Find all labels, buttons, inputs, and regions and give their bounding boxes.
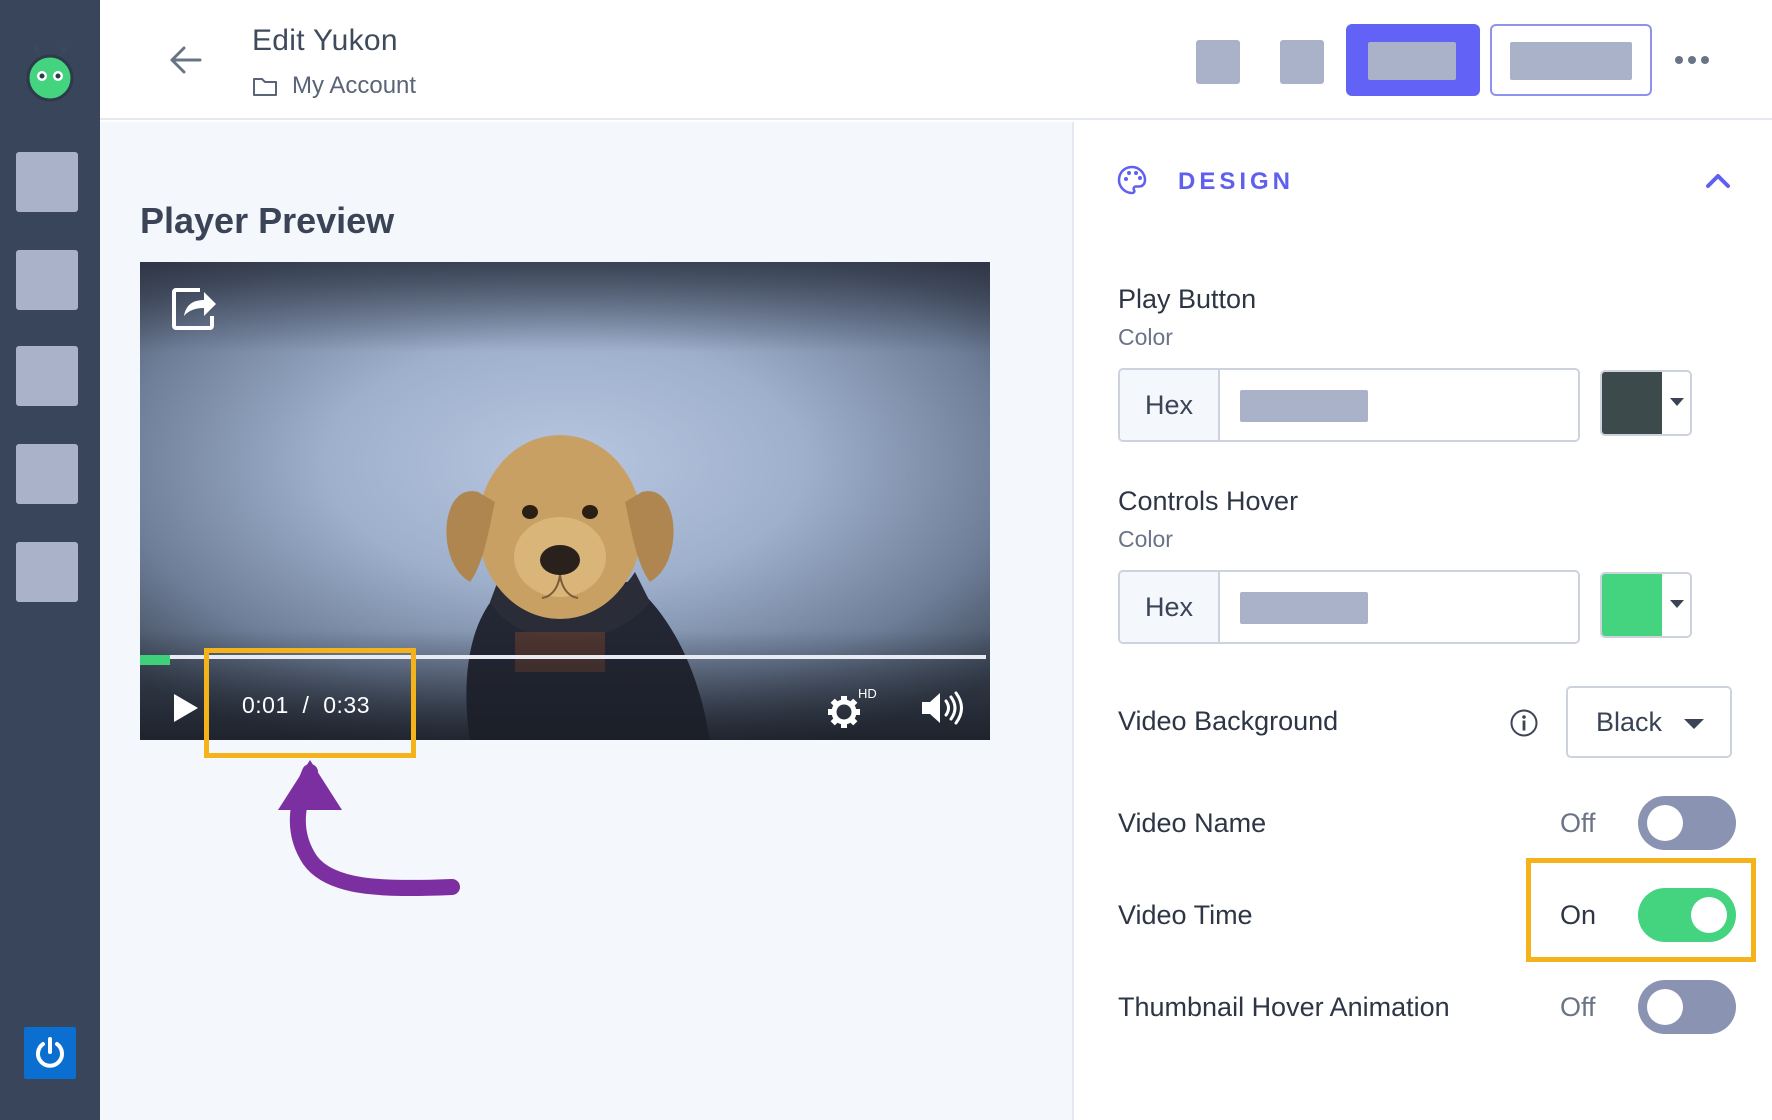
play-button-color-swatch[interactable]: [1600, 370, 1692, 436]
toolbar-button-2[interactable]: [1280, 40, 1324, 84]
video-name-label: Video Name: [1118, 808, 1267, 838]
design-section-label[interactable]: DESIGN: [1178, 168, 1294, 196]
folder-icon: [253, 78, 277, 96]
design-panel: DESIGN Play Button Color Hex Controls Ho…: [1072, 122, 1772, 1120]
chevron-down-icon: [1670, 600, 1684, 608]
settings-gear-icon[interactable]: HD: [826, 686, 886, 730]
hex-prefix: Hex: [1120, 572, 1220, 642]
preview-heading: Player Preview: [140, 200, 395, 241]
breadcrumb[interactable]: My Account: [252, 72, 416, 100]
thumbnail-hover-state: Off: [1560, 992, 1596, 1022]
page-title: Edit Yukon: [252, 24, 398, 57]
app-logo-icon[interactable]: [22, 40, 78, 102]
controls-hover-color-swatch[interactable]: [1600, 572, 1692, 638]
chevron-down-icon: [1684, 719, 1704, 729]
share-icon[interactable]: [170, 286, 218, 332]
breadcrumb-label: My Account: [292, 72, 417, 99]
video-name-toggle[interactable]: [1638, 796, 1736, 850]
chevron-up-icon[interactable]: [1704, 168, 1732, 192]
power-icon[interactable]: [24, 1027, 76, 1079]
controls-hover-hex-input[interactable]: Hex: [1118, 570, 1580, 644]
hd-badge: HD: [858, 686, 877, 701]
nav-item-3[interactable]: [16, 346, 78, 406]
time-highlight-box: [204, 648, 416, 758]
play-button-label: Play Button: [1118, 284, 1257, 314]
palette-icon: [1116, 164, 1148, 196]
video-background-value: Black: [1596, 706, 1663, 737]
play-button-sublabel: Color: [1118, 324, 1173, 350]
play-icon[interactable]: [174, 694, 198, 722]
top-bar: Edit Yukon My Account: [100, 0, 1772, 120]
toolbar-button-1[interactable]: [1196, 40, 1240, 84]
nav-item-4[interactable]: [16, 444, 78, 504]
secondary-action-button[interactable]: [1490, 24, 1652, 96]
app-window: Edit Yukon My Account Player Preview 0:0…: [0, 0, 1772, 1120]
controls-hover-label: Controls Hover: [1118, 486, 1299, 516]
preview-area: Player Preview 0:01 / 0:33 HD: [100, 122, 1072, 1120]
chevron-down-icon: [1670, 398, 1684, 406]
progress-fill: [140, 655, 170, 665]
nav-item-5[interactable]: [16, 542, 78, 602]
back-arrow-icon[interactable]: [168, 42, 204, 78]
hex-prefix: Hex: [1120, 370, 1220, 440]
volume-icon[interactable]: [920, 690, 966, 726]
thumbnail-hover-label: Thumbnail Hover Animation: [1118, 992, 1450, 1022]
annotation-arrow: [278, 760, 460, 897]
more-options-icon[interactable]: [1666, 42, 1718, 78]
play-button-hex-input[interactable]: Hex: [1118, 368, 1580, 442]
video-background-label: Video Background: [1118, 706, 1339, 736]
video-name-state: Off: [1560, 808, 1596, 838]
primary-action-button[interactable]: [1346, 24, 1480, 96]
info-icon[interactable]: [1509, 708, 1539, 738]
controls-hover-sublabel: Color: [1118, 526, 1173, 552]
left-rail: [0, 0, 100, 1120]
nav-item-2[interactable]: [16, 250, 78, 310]
toggle-highlight-box: [1526, 858, 1756, 962]
nav-item-1[interactable]: [16, 152, 78, 212]
video-background-select[interactable]: Black: [1566, 686, 1732, 758]
thumbnail-hover-toggle[interactable]: [1638, 980, 1736, 1034]
video-time-label: Video Time: [1118, 900, 1253, 930]
